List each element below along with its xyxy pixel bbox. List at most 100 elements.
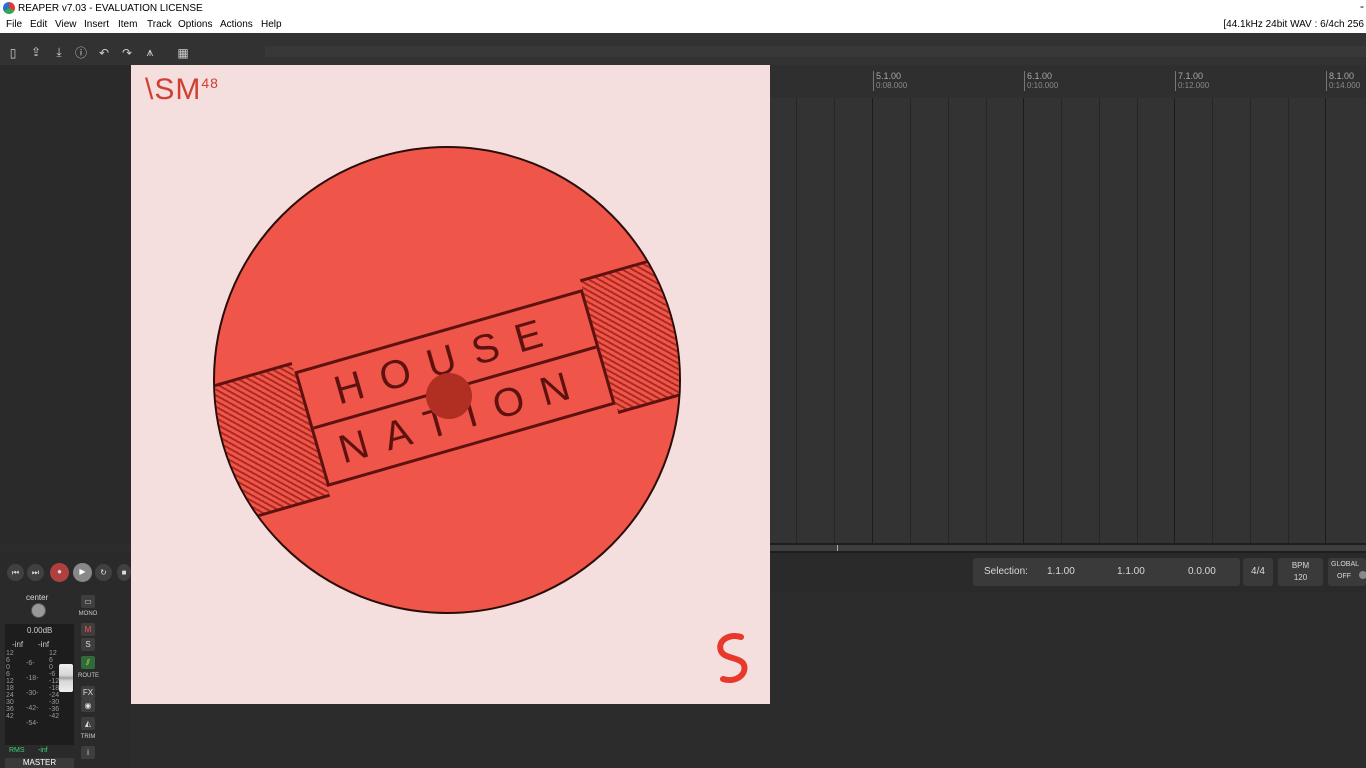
meter-scale-right: 12 6 0 -6 -12 -18 -24 -30 -36 -42: [49, 650, 59, 720]
grid-line: [834, 98, 835, 543]
brand-text: \SM: [145, 73, 202, 106]
scale-tick: -18-: [26, 675, 39, 682]
dropdown-icon[interactable]: [1359, 571, 1366, 579]
title-bar: REAPER v7.03 - EVALUATION LICENSE -: [0, 0, 1366, 17]
ruler-bar-label: 5.1.00: [876, 71, 902, 81]
publisher-logo: [717, 633, 748, 683]
project-settings-icon[interactable]: ⓘ: [73, 46, 89, 60]
mono-label: MONO: [78, 611, 98, 617]
go-to-end-icon[interactable]: ⏭: [27, 564, 44, 581]
play-button[interactable]: ▶: [73, 563, 92, 582]
record-button[interactable]: ●: [50, 563, 69, 582]
scale-tick: 12: [6, 650, 14, 657]
playhead-marker: [837, 545, 838, 551]
repeat-icon[interactable]: ↻: [95, 564, 112, 581]
open-project-icon[interactable]: ⇪: [28, 45, 44, 59]
grid-line: [1212, 98, 1213, 543]
scale-tick: 12: [49, 650, 57, 657]
toolbar-strip: [265, 46, 1366, 57]
grid-line: [796, 98, 797, 543]
selection-start[interactable]: 1.1.00: [1047, 566, 1075, 577]
timeline-ruler[interactable]: 5.1.00 0:08.000 6.1.00 0:10.000 7.1.00 0:12…: [770, 65, 1366, 98]
global-value: OFF: [1337, 573, 1351, 580]
track-name[interactable]: MASTER: [5, 758, 74, 768]
scale-tick: 30: [6, 699, 14, 706]
metronome-icon[interactable]: ⩚: [142, 45, 158, 59]
scrollbar-thumb[interactable]: [770, 545, 1366, 551]
grid-icon[interactable]: ▦: [175, 46, 191, 60]
horizontal-scrollbar[interactable]: [770, 543, 1366, 553]
scale-tick: -42-: [26, 705, 39, 712]
menu-file[interactable]: File: [6, 17, 22, 33]
time-signature[interactable]: 4/4: [1243, 558, 1273, 586]
rms-value: -inf: [38, 747, 48, 754]
track-control-panel[interactable]: [0, 65, 131, 543]
route-icon[interactable]: ⫽: [81, 656, 95, 669]
bpm-display[interactable]: BPM 120: [1278, 558, 1323, 586]
album-artwork: \SM48 HOUSE NATION: [131, 65, 770, 704]
grid-line: [910, 98, 911, 543]
scale-tick: 36: [6, 706, 14, 713]
bpm-label: BPM: [1291, 561, 1310, 570]
reaper-app-icon: [3, 2, 15, 14]
fx-button[interactable]: FX: [81, 686, 95, 699]
grid-line: [1250, 98, 1251, 543]
minimize-button[interactable]: -: [1360, 0, 1364, 15]
selection-display[interactable]: Selection: 1.1.00 1.1.00 0.0.00: [973, 558, 1240, 586]
menu-options[interactable]: Options: [178, 17, 212, 33]
brand-logo: \SM48: [145, 73, 219, 107]
grid-line: [1061, 98, 1062, 543]
trim-label: TRIM: [80, 734, 96, 740]
save-project-icon[interactable]: ⤓: [51, 45, 67, 59]
selection-label: Selection:: [984, 566, 1028, 577]
scale-tick: 18: [6, 685, 14, 692]
peak-right: -inf: [38, 640, 50, 649]
volume-readout[interactable]: 0.00dB: [27, 626, 52, 635]
global-automation-button[interactable]: GLOBAL OFF: [1328, 558, 1366, 586]
grid-line: [1174, 98, 1175, 543]
window-title: REAPER v7.03 - EVALUATION LICENSE: [18, 3, 203, 14]
selection-length[interactable]: 0.0.00: [1188, 566, 1216, 577]
ruler-marker: 7.1.00 0:12.000: [1175, 71, 1209, 91]
scale-tick: 6: [6, 657, 10, 664]
ruler-marker: 5.1.00 0:08.000: [873, 71, 907, 91]
mixer-area: [770, 593, 1366, 768]
scale-tick: -36: [49, 706, 60, 713]
mono-icon[interactable]: ▭: [81, 595, 95, 608]
go-to-start-icon[interactable]: ⏮: [7, 564, 24, 581]
fx-power-icon[interactable]: ◉: [81, 699, 95, 712]
trim-icon[interactable]: ◭: [81, 717, 95, 730]
arrange-view[interactable]: [770, 98, 1366, 543]
scale-tick: -42: [49, 713, 60, 720]
menu-insert[interactable]: Insert: [84, 17, 109, 33]
bpm-value[interactable]: 120: [1278, 573, 1323, 582]
menu-help[interactable]: Help: [261, 17, 282, 33]
grid-line: [1325, 98, 1326, 543]
menu-actions[interactable]: Actions: [220, 17, 253, 33]
stop-icon[interactable]: ■: [117, 564, 131, 581]
audio-status[interactable]: [44.1kHz 24bit WAV : 6/4ch 256: [1223, 17, 1364, 33]
scale-tick: -18: [49, 685, 60, 692]
scale-tick: -6-: [26, 660, 35, 667]
solo-button[interactable]: S: [81, 638, 95, 651]
volume-fader[interactable]: [59, 664, 73, 692]
info-button[interactable]: i: [81, 746, 95, 759]
selection-end[interactable]: 1.1.00: [1117, 566, 1145, 577]
menu-item[interactable]: Item: [118, 17, 137, 33]
pan-label: center: [26, 593, 49, 602]
menu-edit[interactable]: Edit: [30, 17, 47, 33]
menu-view[interactable]: View: [55, 17, 77, 33]
menu-track[interactable]: Track: [147, 17, 172, 33]
ruler-time-label: 0:12.000: [1178, 81, 1210, 90]
rms-label[interactable]: RMS: [9, 747, 25, 754]
pan-knob[interactable]: [31, 603, 46, 618]
meter-scale-mid: -6- -18- -30- -42- -54-: [26, 656, 38, 731]
ruler-bar-label: 8.1.00: [1329, 71, 1355, 81]
scale-tick: -30-: [26, 690, 39, 697]
grid-line: [1288, 98, 1289, 543]
mute-button[interactable]: M: [81, 623, 95, 636]
redo-icon[interactable]: ↷: [119, 46, 135, 60]
new-project-icon[interactable]: ▯: [5, 46, 21, 60]
undo-icon[interactable]: ↶: [96, 46, 112, 60]
global-label: GLOBAL: [1331, 561, 1360, 568]
